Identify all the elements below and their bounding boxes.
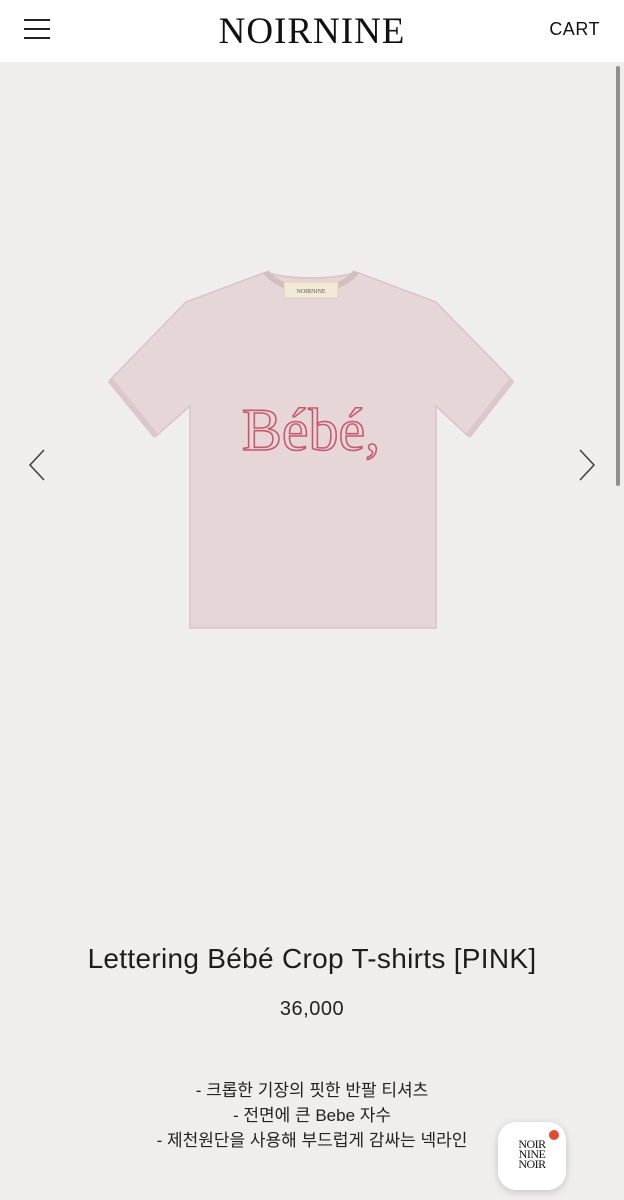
chevron-left-icon[interactable] <box>26 448 50 482</box>
description-line: - 크롭한 기장의 핏한 반팔 티셔츠 <box>195 1081 429 1100</box>
scrollbar[interactable] <box>616 66 620 486</box>
brand-logo[interactable]: NOIRNINE <box>0 10 624 53</box>
chat-logo: NOIR NINE NOIR <box>498 1138 566 1171</box>
tshirt-print-text: Bébé, <box>242 397 380 463</box>
chat-logo-line: NOIR <box>518 1157 546 1171</box>
product-title: Lettering Bébé Crop T-shirts [PINK] <box>87 943 537 974</box>
chat-button[interactable]: NOIR NINE NOIR <box>498 1122 566 1190</box>
cart-link[interactable]: CART <box>549 19 600 40</box>
product-image-tshirt: NOIRNINE Bébé, <box>107 269 515 629</box>
chevron-right-icon[interactable] <box>574 448 598 482</box>
top-bar: NOIRNINE CART <box>0 0 624 62</box>
product-price: 36,000 <box>279 998 345 1020</box>
notification-badge <box>549 1130 559 1140</box>
neck-label-text: NOIRNINE <box>297 289 326 295</box>
